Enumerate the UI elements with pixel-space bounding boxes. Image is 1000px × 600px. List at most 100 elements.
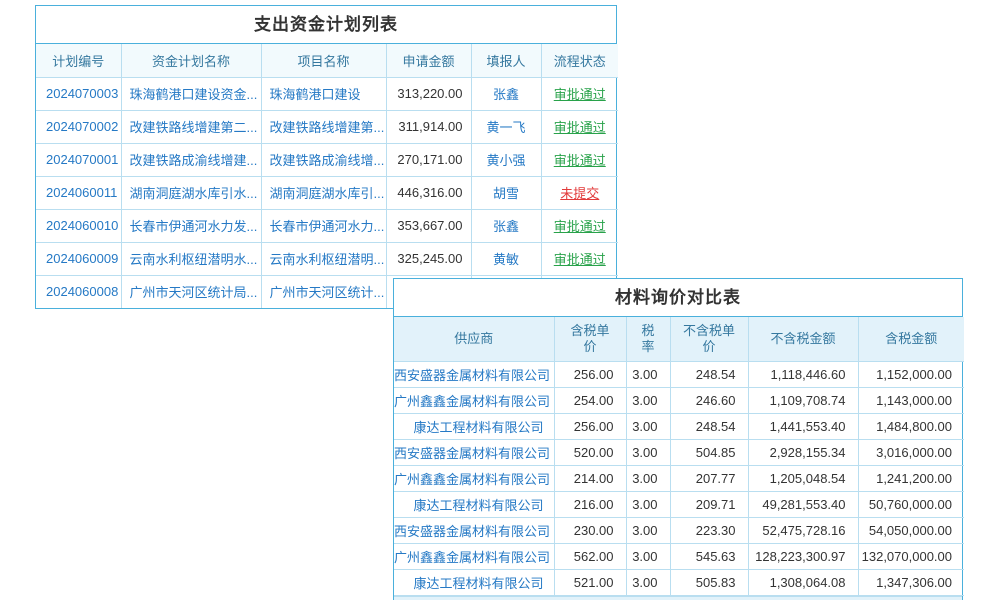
amount-with-tax: 1,152,000.00 xyxy=(858,361,964,387)
tax-rate: 3.00 xyxy=(626,413,670,439)
project-name-link[interactable]: 改建铁路线增建第... xyxy=(261,110,386,143)
col-header-tax-rate: 税率 xyxy=(626,317,670,361)
expense-plan-panel: 支出资金计划列表 计划编号 资金计划名称 项目名称 申请金额 填报人 流程状态 … xyxy=(35,5,617,309)
amount-with-tax: 54,050,000.00 xyxy=(858,517,964,543)
price-with-tax: 521.00 xyxy=(554,569,626,595)
flow-status-link[interactable]: 审批通过 xyxy=(541,242,618,275)
project-name-link[interactable]: 长春市伊通河水力... xyxy=(261,209,386,242)
plan-name-link[interactable]: 长春市伊通河水力发... xyxy=(121,209,261,242)
filler-link[interactable]: 张鑫 xyxy=(471,209,541,242)
table-row: 西安盛器金属材料有限公司 520.00 3.00 504.85 2,928,15… xyxy=(394,439,964,465)
table-row: 广州鑫鑫金属材料有限公司 562.00 3.00 545.63 128,223,… xyxy=(394,543,964,569)
apply-amount: 311,914.00 xyxy=(386,110,471,143)
filler-link[interactable]: 黄一飞 xyxy=(471,110,541,143)
project-name-link[interactable]: 云南水利枢纽潜明... xyxy=(261,242,386,275)
price-with-tax: 256.00 xyxy=(554,413,626,439)
supplier-link[interactable]: 西安盛器金属材料有限公司 xyxy=(394,361,554,387)
amount-with-tax: 3,016,000.00 xyxy=(858,439,964,465)
supplier-link[interactable]: 康达工程材料有限公司 xyxy=(394,491,554,517)
col-header-apply-amount: 申请金额 xyxy=(386,44,471,77)
filler-link[interactable]: 黄小强 xyxy=(471,143,541,176)
plan-name-link[interactable]: 云南水利枢纽潜明水... xyxy=(121,242,261,275)
col-header-supplier: 供应商 xyxy=(394,317,554,361)
price-without-tax: 223.30 xyxy=(670,517,748,543)
flow-status-link[interactable]: 未提交 xyxy=(541,176,618,209)
quote-header-row: 供应商 含税单价 税率 不含税单价 不含税金额 含税金额 xyxy=(394,317,964,361)
tax-rate: 3.00 xyxy=(626,465,670,491)
quote-compare-table: 供应商 含税单价 税率 不含税单价 不含税金额 含税金额 西安盛器金属材料有限公… xyxy=(394,317,964,596)
plan-id-link[interactable]: 2024060011 xyxy=(36,176,121,209)
filler-link[interactable]: 胡雪 xyxy=(471,176,541,209)
supplier-link[interactable]: 康达工程材料有限公司 xyxy=(394,413,554,439)
table-row: 广州鑫鑫金属材料有限公司 254.00 3.00 246.60 1,109,70… xyxy=(394,387,964,413)
col-header-price-with-tax: 含税单价 xyxy=(554,317,626,361)
price-with-tax: 230.00 xyxy=(554,517,626,543)
amount-without-tax: 49,281,553.40 xyxy=(748,491,858,517)
plan-name-link[interactable]: 改建铁路线增建第二... xyxy=(121,110,261,143)
price-without-tax: 246.60 xyxy=(670,387,748,413)
flow-status-link[interactable]: 审批通过 xyxy=(541,209,618,242)
quote-compare-panel: 材料询价对比表 供应商 含税单价 税率 不含税单价 不含税金额 含税金额 西安盛… xyxy=(393,278,963,600)
plan-id-link[interactable]: 2024070003 xyxy=(36,77,121,110)
price-with-tax: 520.00 xyxy=(554,439,626,465)
amount-without-tax: 1,205,048.54 xyxy=(748,465,858,491)
apply-amount: 353,667.00 xyxy=(386,209,471,242)
price-with-tax: 256.00 xyxy=(554,361,626,387)
supplier-link[interactable]: 康达工程材料有限公司 xyxy=(394,569,554,595)
filler-link[interactable]: 张鑫 xyxy=(471,77,541,110)
plan-name-link[interactable]: 湖南洞庭湖水库引水... xyxy=(121,176,261,209)
plan-name-link[interactable]: 广州市天河区统计局... xyxy=(121,275,261,308)
amount-without-tax: 1,441,553.40 xyxy=(748,413,858,439)
tax-rate: 3.00 xyxy=(626,517,670,543)
tax-rate: 3.00 xyxy=(626,491,670,517)
amount-without-tax: 1,109,708.74 xyxy=(748,387,858,413)
filler-link[interactable]: 黄敏 xyxy=(471,242,541,275)
flow-status-link[interactable]: 审批通过 xyxy=(541,143,618,176)
plan-id-link[interactable]: 2024070001 xyxy=(36,143,121,176)
amount-without-tax: 52,475,728.16 xyxy=(748,517,858,543)
expense-panel-title: 支出资金计划列表 xyxy=(36,6,616,44)
supplier-link[interactable]: 西安盛器金属材料有限公司 xyxy=(394,439,554,465)
col-header-amount-without-tax: 不含税金额 xyxy=(748,317,858,361)
project-name-link[interactable]: 广州市天河区统计... xyxy=(261,275,386,308)
price-with-tax: 562.00 xyxy=(554,543,626,569)
supplier-link[interactable]: 广州鑫鑫金属材料有限公司 xyxy=(394,543,554,569)
col-header-flow-status: 流程状态 xyxy=(541,44,618,77)
project-name-link[interactable]: 改建铁路成渝线增... xyxy=(261,143,386,176)
plan-id-link[interactable]: 2024060009 xyxy=(36,242,121,275)
project-name-link[interactable]: 湖南洞庭湖水库引... xyxy=(261,176,386,209)
tax-rate: 3.00 xyxy=(626,543,670,569)
price-with-tax: 214.00 xyxy=(554,465,626,491)
project-name-link[interactable]: 珠海鹤港口建设 xyxy=(261,77,386,110)
supplier-link[interactable]: 西安盛器金属材料有限公司 xyxy=(394,517,554,543)
supplier-link[interactable]: 广州鑫鑫金属材料有限公司 xyxy=(394,387,554,413)
plan-id-link[interactable]: 2024060010 xyxy=(36,209,121,242)
amount-with-tax: 1,143,000.00 xyxy=(858,387,964,413)
price-without-tax: 505.83 xyxy=(670,569,748,595)
amount-without-tax: 2,928,155.34 xyxy=(748,439,858,465)
col-header-plan-id: 计划编号 xyxy=(36,44,121,77)
price-with-tax: 254.00 xyxy=(554,387,626,413)
supplier-link[interactable]: 广州鑫鑫金属材料有限公司 xyxy=(394,465,554,491)
tax-rate: 3.00 xyxy=(626,361,670,387)
table-footer-strip xyxy=(394,596,962,600)
price-without-tax: 207.77 xyxy=(670,465,748,491)
flow-status-link[interactable]: 审批通过 xyxy=(541,77,618,110)
plan-name-link[interactable]: 珠海鹤港口建设资金... xyxy=(121,77,261,110)
plan-id-link[interactable]: 2024070002 xyxy=(36,110,121,143)
tax-rate: 3.00 xyxy=(626,387,670,413)
table-row: 西安盛器金属材料有限公司 256.00 3.00 248.54 1,118,44… xyxy=(394,361,964,387)
expense-header-row: 计划编号 资金计划名称 项目名称 申请金额 填报人 流程状态 xyxy=(36,44,618,77)
table-row: 2024070003 珠海鹤港口建设资金... 珠海鹤港口建设 313,220.… xyxy=(36,77,618,110)
table-row: 2024060010 长春市伊通河水力发... 长春市伊通河水力... 353,… xyxy=(36,209,618,242)
apply-amount: 446,316.00 xyxy=(386,176,471,209)
table-row: 2024070002 改建铁路线增建第二... 改建铁路线增建第... 311,… xyxy=(36,110,618,143)
table-row: 2024060011 湖南洞庭湖水库引水... 湖南洞庭湖水库引... 446,… xyxy=(36,176,618,209)
plan-name-link[interactable]: 改建铁路成渝线增建... xyxy=(121,143,261,176)
expense-plan-table: 计划编号 资金计划名称 项目名称 申请金额 填报人 流程状态 202407000… xyxy=(36,44,618,308)
flow-status-link[interactable]: 审批通过 xyxy=(541,110,618,143)
plan-id-link[interactable]: 2024060008 xyxy=(36,275,121,308)
col-header-filler: 填报人 xyxy=(471,44,541,77)
tax-rate: 3.00 xyxy=(626,439,670,465)
amount-with-tax: 50,760,000.00 xyxy=(858,491,964,517)
